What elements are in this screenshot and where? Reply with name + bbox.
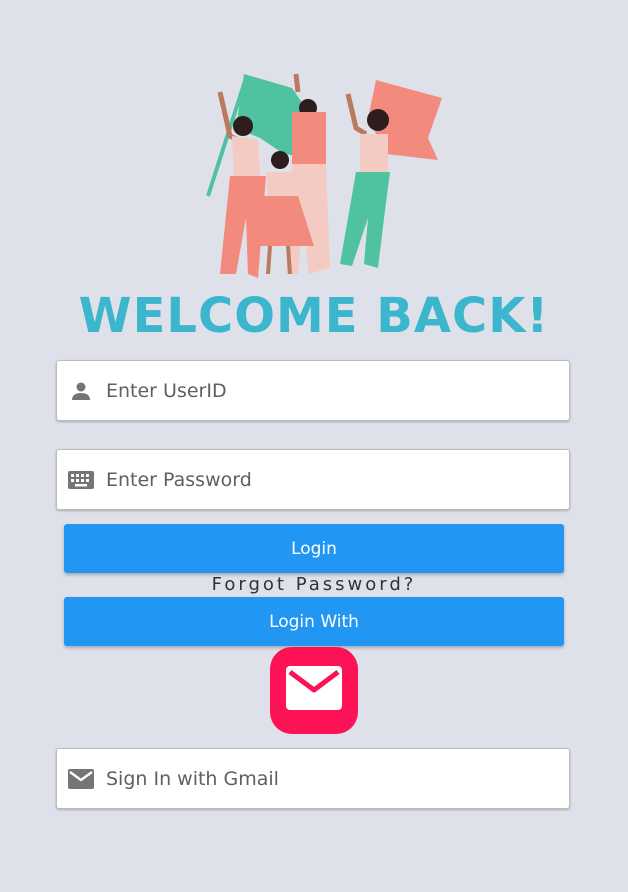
password-field[interactable] [56, 449, 570, 510]
keyboard-icon [68, 467, 94, 493]
mail-icon [68, 766, 94, 792]
women-marching-illustration [206, 73, 442, 278]
login-with-button[interactable]: Login With [64, 597, 564, 646]
gmail-login-button[interactable] [270, 647, 358, 734]
forgot-password-link[interactable]: Forgot Password? [0, 574, 628, 595]
login-button[interactable]: Login [64, 524, 564, 573]
gmail-signin-field[interactable] [56, 748, 570, 809]
password-input[interactable] [106, 468, 546, 491]
mail-icon [286, 666, 342, 715]
gmail-signin-input[interactable] [106, 767, 546, 790]
userid-field[interactable] [56, 360, 570, 421]
userid-input[interactable] [106, 379, 546, 402]
login-screen: WELCOME BACK! Lo [0, 0, 628, 892]
person-icon [68, 378, 94, 404]
welcome-title: WELCOME BACK! [78, 288, 550, 344]
